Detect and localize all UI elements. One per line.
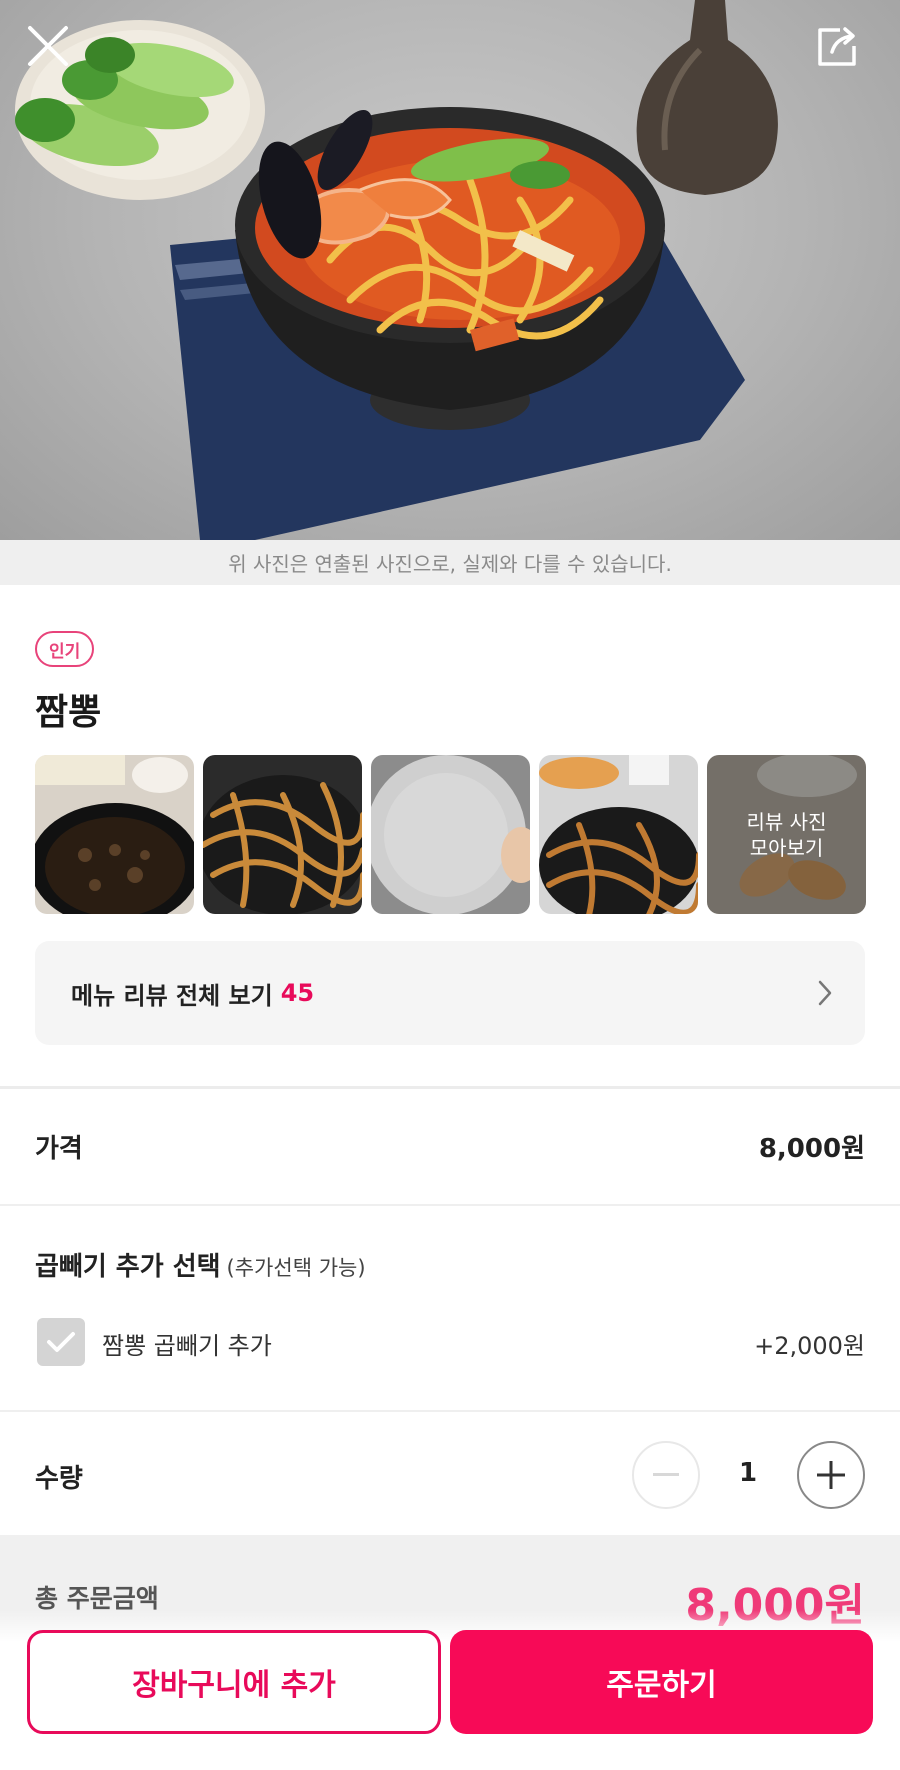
- jjamppong-photo: [15, 0, 778, 540]
- menu-hero-image: [0, 0, 900, 540]
- share-button[interactable]: [814, 24, 874, 84]
- add-to-cart-button[interactable]: 장바구니에 추가: [27, 1630, 441, 1734]
- option-name[interactable]: 짬뽕 곱빼기 추가: [102, 1326, 272, 1361]
- quantity-decrease-button[interactable]: [632, 1441, 700, 1509]
- popular-badge: 인기: [35, 631, 95, 667]
- order-button[interactable]: 주문하기: [450, 1630, 873, 1734]
- chevron-right-icon: [818, 980, 832, 1006]
- all-reviews-label: 메뉴 리뷰 전체 보기: [71, 981, 273, 1010]
- price-label: 가격: [35, 1134, 83, 1164]
- photo-disclaimer: 위 사진은 연출된 사진으로, 실제와 다를 수 있습니다.: [0, 540, 900, 585]
- price-value: 8,000원: [758, 1134, 865, 1164]
- close-icon: [28, 26, 68, 66]
- review-count: 45: [280, 979, 315, 1007]
- section-divider: [0, 1204, 900, 1206]
- option-group-subtitle: (추가선택 가능): [226, 1256, 366, 1280]
- section-divider: [0, 1410, 900, 1412]
- section-divider: [0, 1086, 900, 1089]
- option-checkbox[interactable]: [37, 1318, 85, 1366]
- review-photos-more-label: 리뷰 사진 모아보기: [707, 755, 866, 914]
- all-reviews-button[interactable]: 메뉴 리뷰 전체 보기 45: [35, 941, 865, 1045]
- bottom-action-bar: 장바구니에 추가 주문하기: [0, 1610, 900, 1770]
- close-button[interactable]: [26, 24, 86, 84]
- option-group-title: 곱빼기 추가 선택 (추가선택 가능): [35, 1246, 366, 1283]
- option-group-name: 곱빼기 추가 선택: [35, 1252, 221, 1282]
- quantity-label: 수량: [35, 1464, 83, 1494]
- review-photo-4[interactable]: [539, 755, 698, 914]
- quantity-value: 1: [738, 1458, 758, 1488]
- check-icon: [47, 1332, 75, 1352]
- quantity-increase-button[interactable]: [797, 1441, 865, 1509]
- review-photo-collection[interactable]: 리뷰 사진 모아보기: [707, 755, 866, 914]
- minus-icon: [653, 1473, 679, 1476]
- review-photo-3[interactable]: [371, 755, 530, 914]
- review-photo-2[interactable]: [203, 755, 362, 914]
- review-photo-strip: 리뷰 사진 모아보기: [35, 755, 866, 914]
- share-icon: [818, 27, 856, 66]
- plus-icon: [817, 1461, 845, 1489]
- review-photo-1[interactable]: [35, 755, 194, 914]
- option-price: +2,000원: [754, 1332, 865, 1360]
- menu-title: 짬뽕: [35, 692, 102, 733]
